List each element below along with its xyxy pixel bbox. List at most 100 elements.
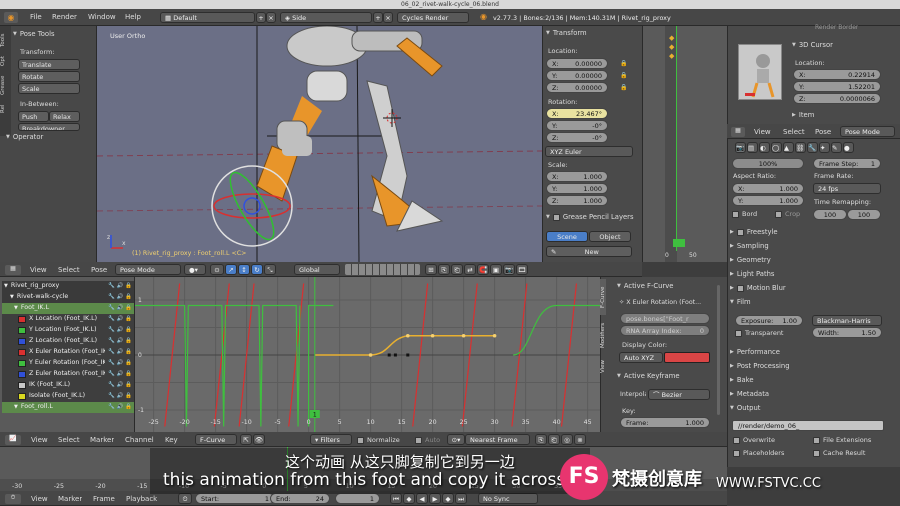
metadata-section[interactable]: ▶ Metadata [730,387,890,401]
timeline-menu-playback[interactable]: Playback [126,495,157,503]
jump-start-icon[interactable]: ⏮ [390,493,402,504]
operator-header[interactable]: ▼ Operator [6,133,43,141]
rna-path-field[interactable]: pose.bones["Foot_r [620,313,710,324]
tab-relations[interactable]: Rel [0,100,6,118]
scale-y-field[interactable]: Y: 1.000 [546,183,608,194]
output-path-field[interactable]: //render/demo_06_ [732,420,884,431]
overwrite-checkbox[interactable]: Overwrite [733,436,775,444]
channel-toggle-icons[interactable]: 🔧 🔊 🔒 [108,347,134,358]
cursor-x-field[interactable]: X: 0.22914 [793,69,881,80]
current-frame-field[interactable]: 1 [335,493,380,504]
channel-toggle-icons[interactable]: 🔧 🔊 🔒 [108,336,134,347]
pose-paste-flipped-icon[interactable]: ⇄ [464,264,476,275]
relax-button[interactable]: Relax [49,111,80,122]
light-paths-section[interactable]: ▶ Light Paths [730,267,890,281]
channel-toggle-icons[interactable]: 🔧 🔊 🔒 [108,358,134,369]
next-key-icon[interactable]: ◆ [442,493,454,504]
menu-render[interactable]: Render [52,13,77,21]
translate-manip-icon[interactable]: ↕ [238,264,250,275]
expand-triangle-icon[interactable]: ▼ [10,292,14,303]
aspect-y-field[interactable]: Y: 1.000 [732,195,804,206]
channel-row[interactable]: ▼ Foot_roll.L 🔧 🔊 🔒 [2,402,134,413]
channel-row[interactable]: ▼ Rivet-walk-cycle 🔧 🔊 🔒 [2,292,134,303]
scene-remove-button[interactable]: × [383,12,393,23]
aspect-x-field[interactable]: X: 1.000 [732,183,804,194]
curve-color-swatch[interactable] [664,352,710,363]
start-frame-field[interactable]: Start: 1 [195,493,275,504]
transparent-checkbox[interactable]: Transparent [735,329,783,337]
bake-section[interactable]: ▶ Bake [730,373,890,387]
remap-old-field[interactable]: 100 [813,209,847,220]
mini-dopesheet[interactable]: ◆ ◆ ◆ 0 50 [642,26,727,262]
freestyle-section[interactable]: ▶ Freestyle [730,225,890,239]
opengl-anim-icon[interactable]: 🎞 [516,264,528,275]
pixel-filter-select[interactable]: Blackman-Harris [812,315,882,326]
tab-tools[interactable]: Tools [0,28,6,52]
viewport-menu-select[interactable]: Select [58,266,80,274]
pose-paste-icon[interactable]: ⎗ [451,264,463,275]
location-x-field[interactable]: X: 0.00000 [546,58,608,69]
graph-menu-view[interactable]: View [31,436,48,444]
scene-tab-icon[interactable]: ◐ [759,142,770,153]
rotation-x-field[interactable]: X: 23.467° [546,108,608,119]
channel-row[interactable]: IK (Foot_IK.L) 🔧 🔊 🔒 [2,380,134,391]
grease-pencil-checkbox[interactable] [552,213,560,221]
menu-help[interactable]: Help [125,13,141,21]
pose-copy-icon[interactable]: ⎘ [438,264,450,275]
expand-triangle-icon[interactable]: ▼ [4,281,8,292]
scene-selector[interactable]: ◈ Side [280,12,372,23]
editor-type-icon[interactable]: ▦ [731,127,745,137]
tab-options[interactable]: Opt [0,52,6,70]
tab-modifiers[interactable]: Modifiers [600,315,606,355]
channel-row[interactable]: ▼ Foot_IK.L 🔧 🔊 🔒 [2,303,134,314]
cursor-z-field[interactable]: Z: 0.0000066 [793,93,881,104]
viewport-3d[interactable]: z x User Ortho (1) Rivet_rig_proxy : Foo… [97,26,542,262]
cache-result-checkbox[interactable]: Cache Result [813,449,865,457]
motion-blur-section[interactable]: ▶ Motion Blur [730,281,890,295]
color-mode-select[interactable]: Auto XYZ [619,352,663,363]
lock-icon[interactable]: 🔒 [620,58,627,70]
grease-pencil-header[interactable]: ▼ Grease Pencil Layers [546,213,634,221]
object-tab[interactable]: Object [589,231,631,242]
remap-new-field[interactable]: 100 [847,209,881,220]
rotate-button[interactable]: Rotate [18,71,80,82]
jump-end-icon[interactable]: ⏭ [455,493,467,504]
resolution-percent-field[interactable]: 100% [732,158,804,169]
item-header[interactable]: ▶ Item [792,111,814,119]
tab-fcurve[interactable]: F-Curve [600,279,606,315]
sync-mode-select[interactable]: No Sync [478,493,538,504]
location-y-field[interactable]: Y: 0.00000 [546,70,608,81]
channel-row[interactable]: Z Location (Foot_IK.L) 🔧 🔊 🔒 [2,336,134,347]
channel-row[interactable]: ▼ Rivet_rig_proxy 🔧 🔊 🔒 [2,281,134,292]
channel-row[interactable]: Isolate (Foot_IK.L) 🔧 🔊 🔒 [2,391,134,402]
filter-width-field[interactable]: Width: 1.50 [812,327,882,338]
rotate-manip-icon[interactable]: ↻ [251,264,263,275]
geometry-section[interactable]: ▶ Geometry [730,253,890,267]
graph-menu-select[interactable]: Select [58,436,80,444]
pivot-icon[interactable]: ⊙ [210,264,224,275]
breakdowner-button[interactable]: Breakdowner [18,123,80,131]
channel-row[interactable]: Z Euler Rotation (Foot_IK.L)🔧 🔊 🔒 [2,369,134,380]
graph-menu-channel[interactable]: Channel [125,436,154,444]
transform-panel-header[interactable]: ▼ Transform [546,29,587,37]
menu-window[interactable]: Window [88,13,116,21]
prev-key-icon[interactable]: ◆ [403,493,415,504]
shading-select[interactable]: ●▾ [184,264,206,275]
constraints-tab-icon[interactable]: ⛓ [795,142,806,153]
tab-view[interactable]: View [600,355,606,377]
filters-button[interactable]: ▾ Filters [310,434,352,445]
lock-icon[interactable]: 🔒 [620,70,627,82]
layers-tab-icon[interactable]: ▤ [747,142,758,153]
new-grease-button[interactable]: ✎ New [546,246,632,257]
timeline-menu-frame[interactable]: Frame [93,495,115,503]
auto-normalize-checkbox[interactable]: Auto [415,436,440,444]
channel-toggle-icons[interactable]: 🔧 🔊 🔒 [108,369,134,380]
clear-ghost-icon[interactable]: ⊗ [574,434,586,445]
timeline-menu-view[interactable]: View [31,495,48,503]
render-engine-selector[interactable]: Cycles Render [397,12,469,23]
channel-toggle-icons[interactable]: 🔧 🔊 🔒 [108,314,134,325]
viewport-editor-icon[interactable]: ▦ [5,265,21,275]
film-section[interactable]: ▼ Film [730,295,890,309]
cursor-y-field[interactable]: Y: 1.52201 [793,81,881,92]
modifiers-tab-icon[interactable]: 🔧 [807,142,818,153]
